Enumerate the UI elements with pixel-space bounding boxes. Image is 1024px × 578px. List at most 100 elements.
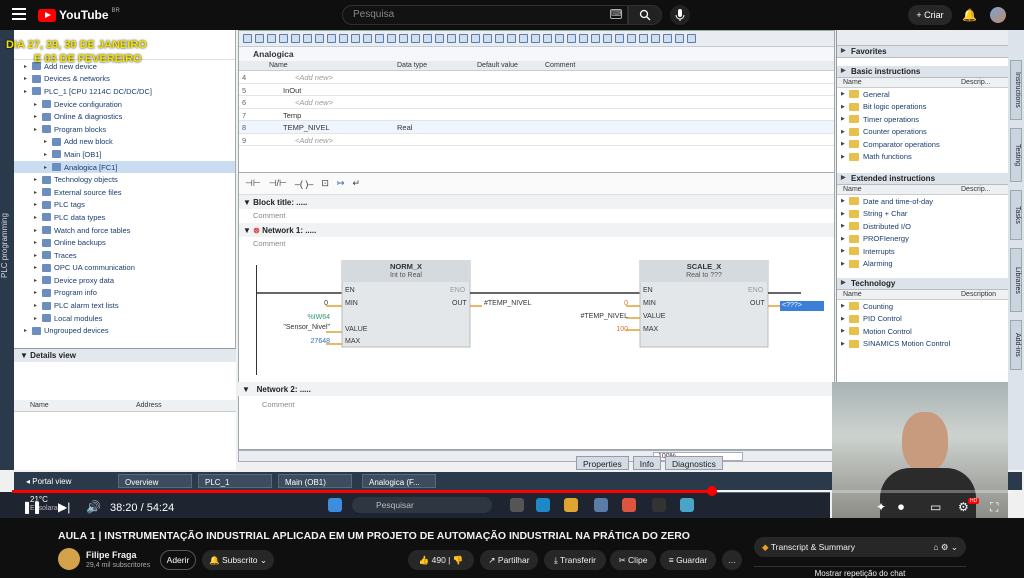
tree-expander-icon[interactable]: ▸ bbox=[44, 151, 52, 158]
instruction-folder[interactable]: ▶ General bbox=[837, 88, 1008, 101]
toolbar-button-icon[interactable] bbox=[591, 34, 600, 43]
tree-expander-icon[interactable]: ▸ bbox=[34, 252, 42, 259]
favorites-header[interactable]: Favorites bbox=[837, 46, 1008, 58]
expander-icon[interactable]: ▶ bbox=[841, 316, 849, 322]
expander-icon[interactable]: ▶ bbox=[841, 91, 849, 97]
tree-expander-icon[interactable]: ▸ bbox=[34, 227, 42, 234]
user-avatar[interactable] bbox=[990, 7, 1006, 23]
keyboard-icon[interactable]: ⌨ bbox=[610, 9, 623, 19]
transcript-summary-bar[interactable]: ◆ Transcript & Summary ⌂ ⚙ ⌄ bbox=[754, 537, 966, 557]
tree-expander-icon[interactable]: ▸ bbox=[34, 315, 42, 322]
expander-icon[interactable]: ▶ bbox=[841, 129, 849, 135]
toolbar-button-icon[interactable] bbox=[555, 34, 564, 43]
instruction-folder[interactable]: ▶ Motion Control bbox=[837, 325, 1008, 338]
instruction-folder[interactable]: ▶ Counter operations bbox=[837, 126, 1008, 139]
toolbar-button-icon[interactable] bbox=[351, 34, 360, 43]
norm-x-min-operand[interactable]: 0 bbox=[300, 300, 328, 307]
tree-expander-icon[interactable]: ▸ bbox=[44, 164, 52, 171]
interface-row[interactable]: 7 Temp bbox=[239, 109, 834, 121]
save-button[interactable]: ≡ Guardar bbox=[660, 550, 716, 570]
toolbar-button-icon[interactable] bbox=[687, 34, 696, 43]
details-view-header[interactable]: ▼ Details view bbox=[14, 348, 236, 362]
fullscreen-icon[interactable]: ⛶ bbox=[990, 500, 998, 515]
empty-box-icon[interactable]: ⊡ bbox=[321, 178, 329, 189]
tree-expander-icon[interactable]: ▸ bbox=[34, 189, 42, 196]
tree-item[interactable]: ▸ PLC tags bbox=[14, 199, 235, 212]
tree-expander-icon[interactable]: ▸ bbox=[34, 126, 42, 133]
toolbar-button-icon[interactable] bbox=[447, 34, 456, 43]
interface-row[interactable]: 4 <Add new> bbox=[239, 71, 834, 84]
instruction-folder[interactable]: ▶ Date and time-of-day bbox=[837, 195, 1008, 208]
tree-expander-icon[interactable]: ▸ bbox=[24, 75, 32, 82]
next-icon[interactable]: ▶| bbox=[58, 500, 70, 514]
subscribed-button[interactable]: 🔔 Subscrito ⌄ bbox=[202, 550, 274, 570]
instruction-folder[interactable]: ▶ PROFIenergy bbox=[837, 233, 1008, 246]
toolbar-button-icon[interactable] bbox=[579, 34, 588, 43]
toolbar-button-icon[interactable] bbox=[423, 34, 432, 43]
toolbar-button-icon[interactable] bbox=[411, 34, 420, 43]
voice-search-button[interactable] bbox=[670, 5, 690, 25]
progress-scrubber[interactable] bbox=[707, 486, 717, 496]
tree-item[interactable]: ▸ Devices & networks bbox=[14, 73, 235, 86]
expander-icon[interactable]: ▶ bbox=[841, 223, 849, 229]
close-branch-icon[interactable]: ↵ bbox=[352, 178, 360, 189]
scale-x-max-operand[interactable]: 100 bbox=[600, 326, 628, 333]
instruction-folder[interactable]: ▶ Timer operations bbox=[837, 113, 1008, 126]
toolbar-button-icon[interactable] bbox=[615, 34, 624, 43]
expander-icon[interactable]: ▶ bbox=[841, 104, 849, 110]
toolbar-button-icon[interactable] bbox=[627, 34, 636, 43]
expander-icon[interactable]: ▶ bbox=[841, 341, 849, 347]
channel-avatar[interactable] bbox=[58, 548, 80, 570]
tree-item[interactable]: ▸ Program blocks bbox=[14, 123, 235, 136]
task-card-tab[interactable]: Add-ins bbox=[1010, 320, 1022, 370]
row-name[interactable]: <Add new> bbox=[295, 136, 333, 145]
toolbar-button-icon[interactable] bbox=[375, 34, 384, 43]
tree-item[interactable]: ▸ Ungrouped devices bbox=[14, 324, 235, 337]
toolbar-button-icon[interactable] bbox=[507, 34, 516, 43]
tree-expander-icon[interactable]: ▸ bbox=[34, 214, 42, 221]
diagnostics-tab[interactable]: Diagnostics bbox=[664, 456, 723, 470]
toolbar-button-icon[interactable] bbox=[459, 34, 468, 43]
task-card-tab[interactable]: Testing bbox=[1010, 128, 1022, 182]
tree-expander-icon[interactable]: ▸ bbox=[24, 88, 32, 95]
info-tab[interactable]: Info bbox=[632, 456, 661, 470]
toolbar-button-icon[interactable] bbox=[675, 34, 684, 43]
expander-icon[interactable]: ▶ bbox=[841, 261, 849, 267]
tree-item[interactable]: ▸ Main [OB1] bbox=[14, 148, 235, 161]
norm-x-value-tag[interactable]: "Sensor_Nivel" bbox=[262, 324, 330, 331]
expander-icon[interactable]: ▶ bbox=[841, 198, 849, 204]
tree-item[interactable]: ▸ Device proxy data bbox=[14, 274, 235, 287]
channel-name[interactable]: Filipe Fraga bbox=[86, 550, 137, 560]
join-button[interactable]: Aderir bbox=[160, 550, 196, 570]
subtitles-icon[interactable]: ▭ bbox=[930, 500, 941, 514]
tree-expander-icon[interactable]: ▸ bbox=[44, 138, 52, 145]
tree-expander-icon[interactable]: ▸ bbox=[34, 201, 42, 208]
notifications-bell-icon[interactable]: 🔔 bbox=[962, 8, 977, 22]
volume-icon[interactable]: 🔊 bbox=[86, 500, 101, 514]
portal-tab[interactable]: Analogica (F... bbox=[362, 474, 436, 488]
interface-row[interactable]: 8 TEMP_NIVEL Real bbox=[239, 121, 834, 134]
show-chat-replay[interactable]: Mostrar repetição do chat bbox=[754, 566, 966, 578]
tree-item[interactable]: ▸ Program info bbox=[14, 287, 235, 300]
toolbar-button-icon[interactable] bbox=[495, 34, 504, 43]
toolbar-button-icon[interactable] bbox=[531, 34, 540, 43]
network-1-comment[interactable]: Comment bbox=[239, 237, 834, 251]
instruction-folder[interactable]: ▶ Comparator operations bbox=[837, 138, 1008, 151]
expander-icon[interactable]: ▶ bbox=[841, 211, 849, 217]
row-name[interactable]: <Add new> bbox=[295, 73, 333, 82]
tree-expander-icon[interactable]: ▸ bbox=[34, 101, 42, 108]
autoplay-toggle[interactable]: ⏺ bbox=[898, 500, 904, 515]
expander-icon[interactable]: ▶ bbox=[841, 141, 849, 147]
network-2-comment[interactable]: Comment bbox=[262, 400, 295, 409]
toolbar-button-icon[interactable] bbox=[267, 34, 276, 43]
normally-closed-contact-icon[interactable]: ⊣/⊢ bbox=[269, 178, 287, 189]
technology-header[interactable]: Technology bbox=[837, 278, 1008, 290]
expander-icon[interactable]: ▶ bbox=[841, 116, 849, 122]
tree-item[interactable]: ▸ Technology objects bbox=[14, 173, 235, 186]
clip-button[interactable]: ✂ Clipe bbox=[610, 550, 656, 570]
extended-instructions-header[interactable]: Extended instructions bbox=[837, 173, 1008, 185]
toolbar-button-icon[interactable] bbox=[363, 34, 372, 43]
norm-x-out-operand[interactable]: #TEMP_NIVEL bbox=[484, 300, 531, 307]
video-progress-bar[interactable] bbox=[12, 486, 1012, 496]
instruction-folder[interactable]: ▶ Distributed I/O bbox=[837, 220, 1008, 233]
